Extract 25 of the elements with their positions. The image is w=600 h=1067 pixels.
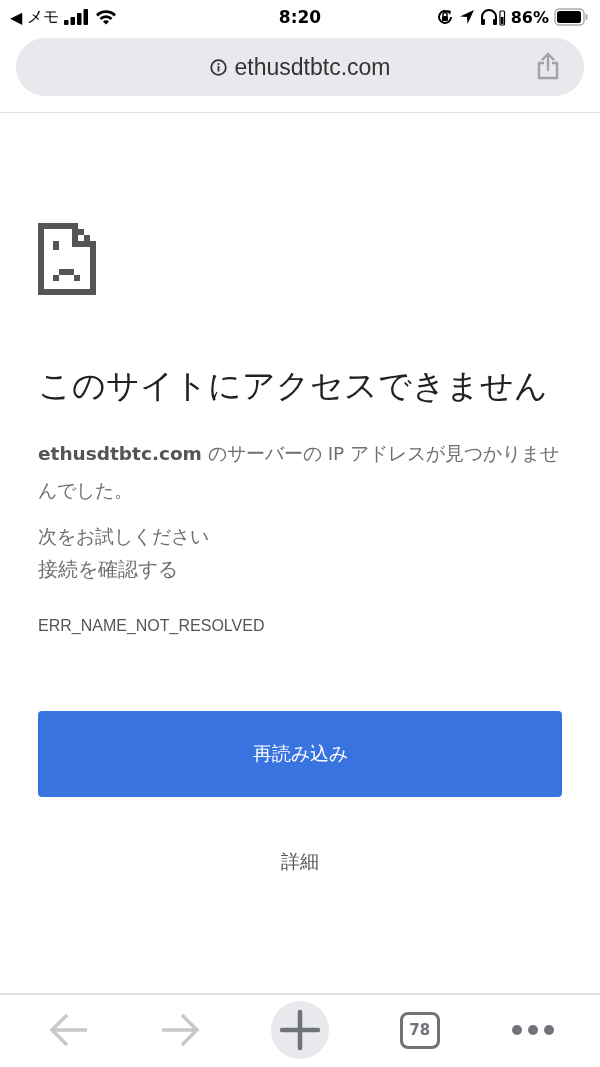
headphones-icon <box>479 8 506 26</box>
share-icon[interactable] <box>536 52 560 80</box>
suggestions-heading: 次をお試しください <box>38 524 209 549</box>
battery-icon <box>554 8 588 26</box>
reload-button[interactable]: 再読み込み <box>38 711 562 797</box>
error-heading: このサイトにアクセスできません <box>38 365 548 407</box>
sad-page-icon <box>38 223 96 295</box>
error-code: ERR_NAME_NOT_RESOLVED <box>38 617 265 635</box>
location-arrow-icon <box>458 9 475 25</box>
back-app-name[interactable]: メモ <box>27 6 60 28</box>
more-icon[interactable] <box>510 1024 555 1036</box>
rotation-lock-icon <box>435 8 454 26</box>
signal-icon <box>64 9 91 25</box>
address-bar[interactable]: ethusdtbtc.com <box>16 38 584 96</box>
battery-percentage: 86% <box>510 7 549 27</box>
back-to-app-arrow[interactable]: ◀ <box>10 7 23 27</box>
tab-count-button[interactable]: 78 <box>399 1011 440 1049</box>
error-message: ethusdtbtc.com のサーバーの IP アドレスが見つかりませんでした。 <box>38 442 561 503</box>
suggestion-text: 接続を確認する <box>38 556 178 583</box>
wifi-icon <box>95 9 118 25</box>
clock-time: 8:20 <box>278 7 322 27</box>
url-text: ethusdtbtc.com <box>234 53 391 81</box>
info-icon <box>209 58 227 76</box>
new-tab-icon[interactable] <box>271 1001 329 1059</box>
details-link[interactable]: 詳細 <box>277 845 323 879</box>
